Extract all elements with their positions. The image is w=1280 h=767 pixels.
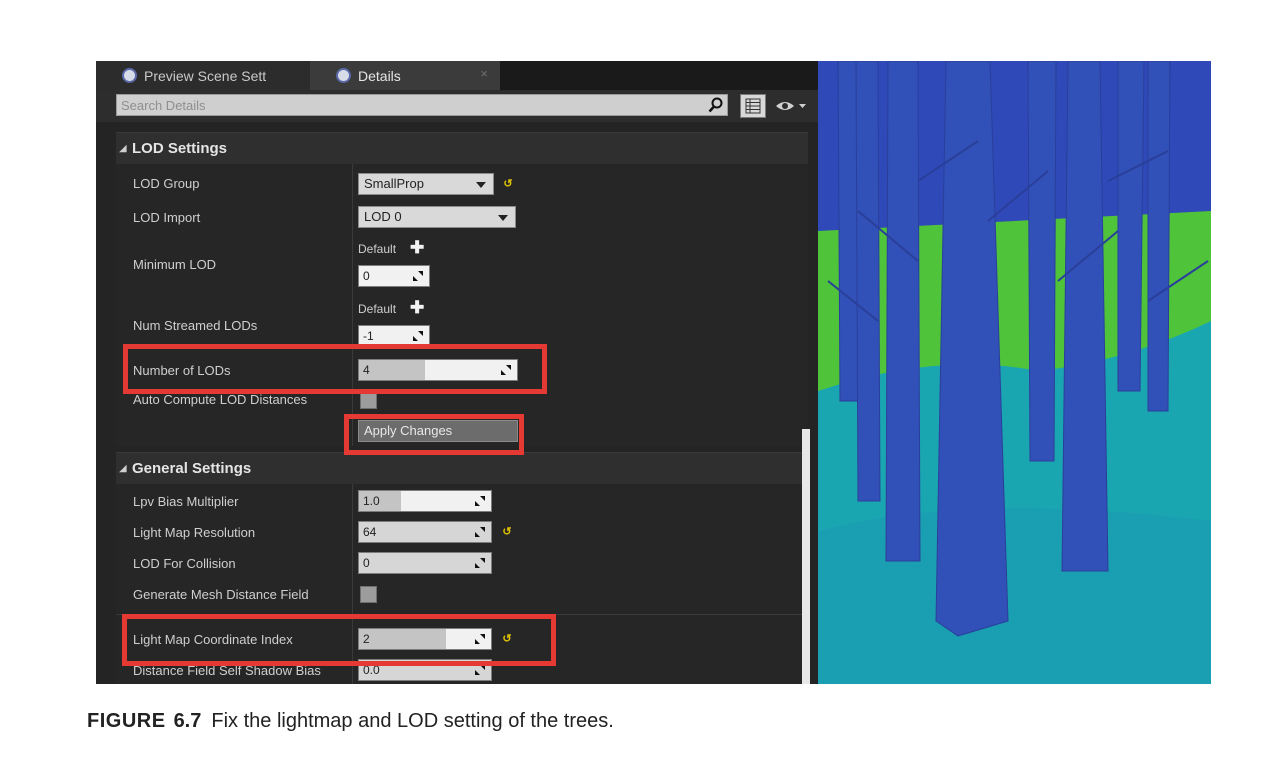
lpv-bias-multiplier-label: Lpv Bias Multiplier <box>133 494 239 509</box>
lpv-bias-multiplier-slider[interactable]: 1.0 <box>358 490 492 512</box>
apply-changes-label: Apply Changes <box>364 423 453 438</box>
grid-icon <box>745 98 761 114</box>
lod-import-combo[interactable]: LOD 0 <box>358 206 516 228</box>
caption-label: FIGURE <box>87 710 166 732</box>
light-map-coordinate-index-label: Light Map Coordinate Index <box>133 632 293 647</box>
tab-preview-scene-settings[interactable]: Preview Scene Sett <box>96 61 310 90</box>
tree-trunk <box>1147 61 1171 412</box>
generate-mesh-distance-field-label: Generate Mesh Distance Field <box>133 587 309 602</box>
apply-changes-button[interactable]: Apply Changes <box>358 420 518 442</box>
drag-spin-icon[interactable] <box>473 632 487 646</box>
tab-preview-label: Preview Scene Sett <box>144 67 267 84</box>
add-platform-override-icon[interactable]: ✚ <box>410 238 424 258</box>
caption-number: 6.7 <box>173 710 202 732</box>
reset-to-default-icon[interactable]: ↺ <box>501 526 513 538</box>
row-separator <box>116 614 808 615</box>
reset-to-default-icon[interactable]: ↺ <box>501 633 513 645</box>
lod-import-value: LOD 0 <box>364 209 402 224</box>
number-of-lods-label: Number of LODs <box>133 363 231 378</box>
generate-mesh-distance-field-checkbox[interactable] <box>360 586 377 603</box>
light-map-resolution-field[interactable]: 64 <box>358 521 492 543</box>
light-map-coordinate-index-value: 2 <box>363 632 370 646</box>
num-streamed-lods-label: Num Streamed LODs <box>133 318 258 333</box>
property-matrix-button[interactable] <box>740 94 766 118</box>
details-panel: Preview Scene Sett Details × Search Deta… <box>96 61 818 684</box>
light-map-coordinate-slider-fill <box>359 629 447 649</box>
reset-to-default-icon[interactable]: ↺ <box>502 178 514 190</box>
distance-field-self-shadow-bias-value: 0.0 <box>363 663 380 677</box>
num-streamed-default-label: Default <box>358 302 397 316</box>
tree-trunk <box>1027 61 1057 462</box>
viewport-image <box>818 61 1211 684</box>
drag-spin-icon[interactable] <box>473 525 487 539</box>
search-row <box>96 90 818 122</box>
caption-text: Fix the lightmap and LOD setting of the … <box>211 710 614 732</box>
drag-spin-icon[interactable] <box>499 363 513 377</box>
drag-spin-icon[interactable] <box>411 269 425 283</box>
dropdown-arrow-icon <box>476 182 486 188</box>
lod-settings-title: LOD Settings <box>132 140 228 157</box>
general-settings-header[interactable]: ◢ General Settings <box>116 452 808 484</box>
lod-settings-header[interactable]: ◢ LOD Settings <box>116 132 808 164</box>
tab-bar: Preview Scene Sett Details × <box>96 61 818 90</box>
dropdown-arrow-icon <box>498 215 508 221</box>
light-map-resolution-value: 64 <box>363 525 377 539</box>
light-map-coordinate-index-slider[interactable]: 2 <box>358 628 492 650</box>
minimum-lod-label: Minimum LOD <box>133 257 217 272</box>
close-tab-icon[interactable]: × <box>480 66 488 81</box>
column-divider <box>352 484 353 684</box>
lod-import-label: LOD Import <box>133 210 201 225</box>
tree-trunk <box>855 61 881 502</box>
lod-for-collision-value: 0 <box>363 556 370 570</box>
tree-trunk <box>885 61 921 562</box>
general-settings-body: Lpv Bias Multiplier 1.0 Light Map Resolu… <box>116 484 808 684</box>
lod-settings-body: LOD Group SmallProp ↺ LOD Import LOD 0 M… <box>116 164 808 446</box>
column-divider <box>352 164 353 446</box>
lod-group-label: LOD Group <box>133 176 200 191</box>
magnifier-tab-icon <box>122 68 137 83</box>
drag-spin-icon[interactable] <box>473 556 487 570</box>
search-input[interactable] <box>116 94 728 116</box>
lod-for-collision-label: LOD For Collision <box>133 556 236 571</box>
lod-group-combo[interactable]: SmallProp <box>358 173 494 195</box>
lpv-bias-multiplier-value: 1.0 <box>363 494 380 508</box>
tree-trunk <box>1117 61 1145 392</box>
tab-details-label: Details <box>358 67 401 84</box>
drag-spin-icon[interactable] <box>473 663 487 677</box>
number-of-lods-slider[interactable]: 4 <box>358 359 518 381</box>
num-streamed-lods-field[interactable]: -1 <box>358 325 430 347</box>
add-platform-override-icon[interactable]: ✚ <box>410 298 424 318</box>
viewport-ground-near <box>818 508 1211 684</box>
minimum-lod-default-label: Default <box>358 242 397 256</box>
distance-field-self-shadow-bias-field[interactable]: 0.0 <box>358 659 492 681</box>
tab-details[interactable]: Details × <box>310 61 500 90</box>
number-of-lods-value: 4 <box>363 363 370 377</box>
details-scrollbar[interactable] <box>802 429 810 684</box>
minimum-lod-value: 0 <box>363 269 370 283</box>
collapse-arrow-icon: ◢ <box>119 143 127 153</box>
lod-for-collision-field[interactable]: 0 <box>358 552 492 574</box>
distance-field-self-shadow-bias-label: Distance Field Self Shadow Bias <box>133 663 321 678</box>
lod-group-value: SmallProp <box>364 176 424 191</box>
tree-trunk <box>1061 61 1109 572</box>
figure-caption: FIGURE 6.7 Fix the lightmap and LOD settin… <box>87 710 614 733</box>
search-icon[interactable] <box>708 97 724 113</box>
magnifier-tab-icon <box>336 68 351 83</box>
minimum-lod-field[interactable]: 0 <box>358 265 430 287</box>
eye-icon[interactable] <box>774 97 808 115</box>
drag-spin-icon[interactable] <box>411 329 425 343</box>
drag-spin-icon[interactable] <box>473 494 487 508</box>
collapse-arrow-icon: ◢ <box>119 463 127 473</box>
general-settings-title: General Settings <box>132 460 252 477</box>
auto-compute-lod-distances-checkbox[interactable] <box>360 392 377 409</box>
light-map-resolution-label: Light Map Resolution <box>133 525 256 540</box>
num-streamed-lods-value: -1 <box>363 329 374 343</box>
auto-compute-lod-distances-label: Auto Compute LOD Distances <box>133 392 308 407</box>
